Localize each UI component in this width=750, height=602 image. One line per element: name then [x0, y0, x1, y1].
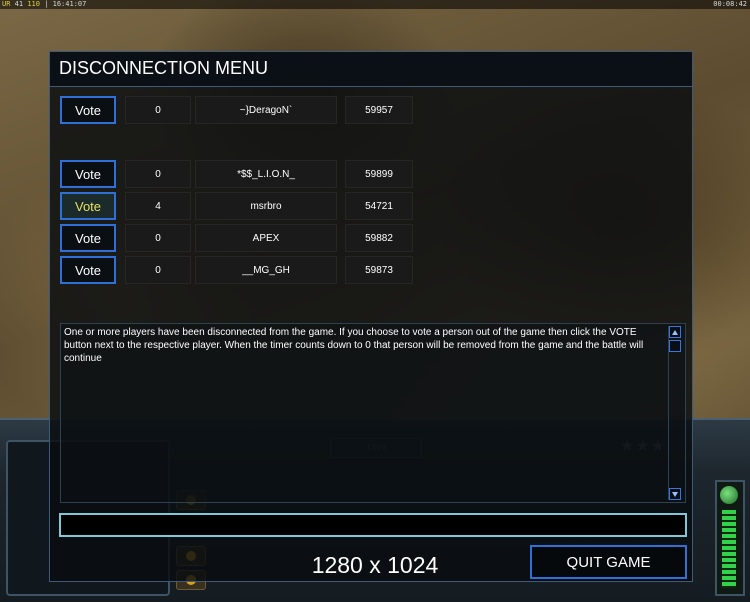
resolution-label: 1280 x 1024 [311, 552, 439, 578]
player-name: APEX [195, 224, 337, 252]
hud-top-bar: UR 41 110 | 16:41:07 00:08:42 [0, 0, 750, 9]
scroll-up-button[interactable] [669, 326, 681, 338]
player-timer: 59882 [345, 224, 413, 252]
clock: 16:41:07 [52, 0, 87, 8]
player-row: Vote 4 msrbro 54721 [50, 192, 692, 220]
vote-button[interactable]: Vote [60, 224, 116, 252]
vote-button[interactable]: Vote [60, 192, 116, 220]
player-timer: 59873 [345, 256, 413, 284]
vote-count: 0 [125, 96, 191, 124]
vote-count: 4 [125, 192, 191, 220]
fps-separator: | [44, 0, 49, 8]
vote-count: 0 [125, 224, 191, 252]
message-box: One or more players have been disconnect… [60, 323, 686, 503]
vote-count: 0 [125, 256, 191, 284]
player-name: __MG_GH [195, 256, 337, 284]
scroll-thumb[interactable] [669, 340, 681, 352]
ur-label: UR [2, 0, 11, 8]
power-meter [715, 480, 745, 596]
player-row: Vote 0 *$$_L.I.O.N_ 59899 [50, 160, 692, 188]
player-timer: 59957 [345, 96, 413, 124]
player-name: ~}DeragoN` [195, 96, 337, 124]
player-name: msrbro [195, 192, 337, 220]
arrow-up-icon [672, 330, 678, 335]
vote-button[interactable]: Vote [60, 96, 116, 124]
vote-count: 0 [125, 160, 191, 188]
chat-input[interactable] [59, 513, 687, 537]
vote-button[interactable]: Vote [60, 160, 116, 188]
player-timer: 59899 [345, 160, 413, 188]
vote-button[interactable]: Vote [60, 256, 116, 284]
player-row: Vote 0 APEX 59882 [50, 224, 692, 252]
quit-game-button[interactable]: QUIT GAME [530, 545, 687, 579]
local-player-row: Vote 0 ~}DeragoN` 59957 [50, 96, 692, 124]
panel-title: DISCONNECTION MENU [59, 58, 269, 78]
message-scrollbar[interactable] [668, 326, 683, 500]
player-timer: 54721 [345, 192, 413, 220]
scroll-down-button[interactable] [669, 488, 681, 500]
player-name: *$$_L.I.O.N_ [195, 160, 337, 188]
power-bars [722, 510, 736, 588]
disconnection-menu: DISCONNECTION MENU Vote 0 ~}DeragoN` 599… [49, 51, 693, 582]
fps-value: 110 [27, 0, 40, 8]
hud-stats: UR 41 110 | 16:41:07 [2, 0, 86, 9]
power-status-icon [720, 486, 738, 504]
ur-value: 41 [14, 0, 24, 8]
disconnect-message: One or more players have been disconnect… [64, 327, 644, 364]
game-timer: 00:08:42 [713, 0, 747, 8]
panel-header: DISCONNECTION MENU [50, 52, 692, 87]
arrow-down-icon [672, 492, 678, 497]
player-row: Vote 0 __MG_GH 59873 [50, 256, 692, 284]
